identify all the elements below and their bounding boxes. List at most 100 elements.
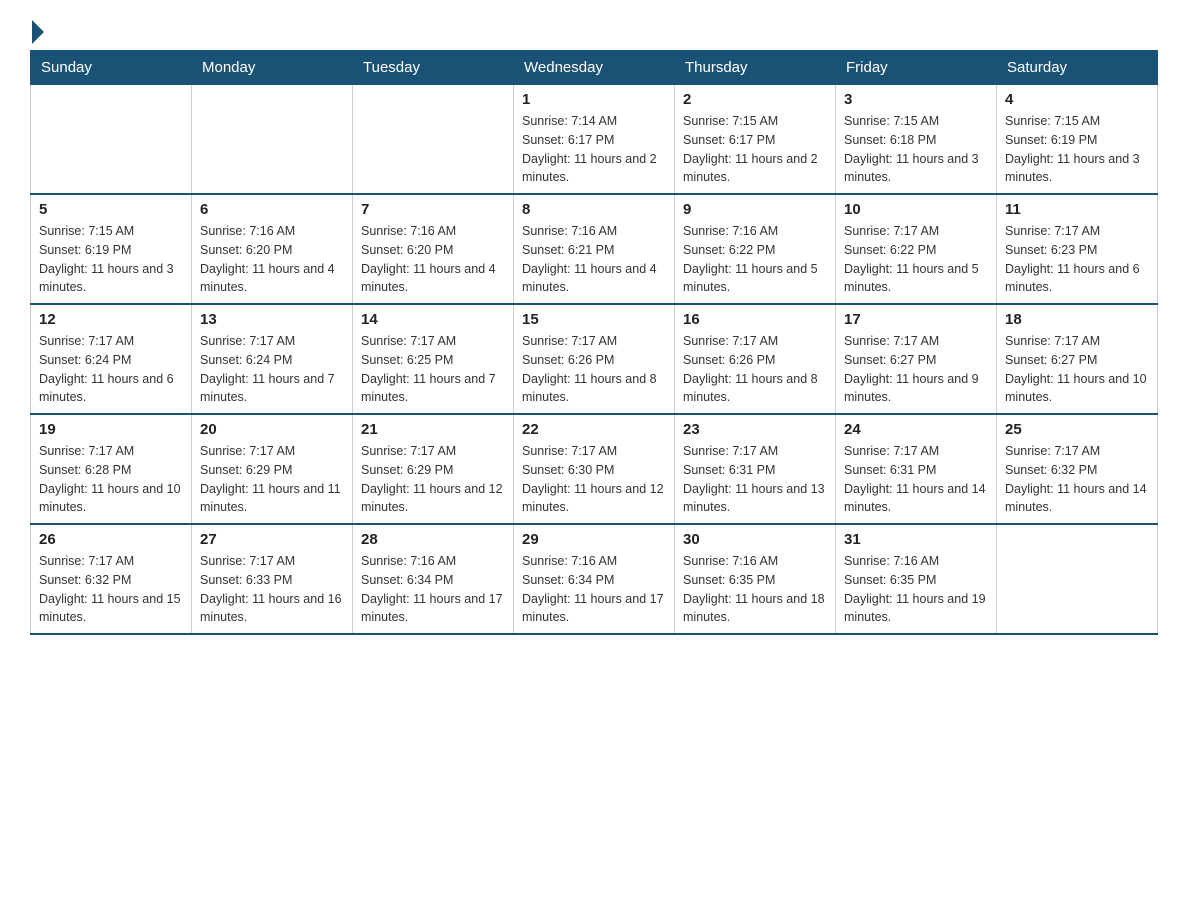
day-number: 27 xyxy=(200,531,344,548)
day-info: Sunrise: 7:15 AM Sunset: 6:17 PM Dayligh… xyxy=(683,112,827,187)
calendar-cell: 16 Sunrise: 7:17 AM Sunset: 6:26 PM Dayli… xyxy=(675,304,836,414)
calendar-cell: 28 Sunrise: 7:16 AM Sunset: 6:34 PM Dayli… xyxy=(353,524,514,634)
day-info: Sunrise: 7:17 AM Sunset: 6:30 PM Dayligh… xyxy=(522,442,666,517)
day-info: Sunrise: 7:17 AM Sunset: 6:25 PM Dayligh… xyxy=(361,332,505,407)
day-info: Sunrise: 7:17 AM Sunset: 6:32 PM Dayligh… xyxy=(39,552,183,627)
calendar-cell: 20 Sunrise: 7:17 AM Sunset: 6:29 PM Dayli… xyxy=(192,414,353,524)
day-info: Sunrise: 7:14 AM Sunset: 6:17 PM Dayligh… xyxy=(522,112,666,187)
calendar-cell: 23 Sunrise: 7:17 AM Sunset: 6:31 PM Dayli… xyxy=(675,414,836,524)
calendar-cell: 21 Sunrise: 7:17 AM Sunset: 6:29 PM Dayli… xyxy=(353,414,514,524)
calendar-cell: 9 Sunrise: 7:16 AM Sunset: 6:22 PM Daylig… xyxy=(675,194,836,304)
day-info: Sunrise: 7:17 AM Sunset: 6:23 PM Dayligh… xyxy=(1005,222,1149,297)
calendar-cell: 31Sunrise: 7:16 AM Sunset: 6:35 PM Dayli… xyxy=(836,524,997,634)
day-info: Sunrise: 7:16 AM Sunset: 6:35 PM Dayligh… xyxy=(683,552,827,627)
day-number: 28 xyxy=(361,531,505,548)
calendar-cell xyxy=(31,85,192,195)
weekday-header-sunday: Sunday xyxy=(31,51,192,85)
day-number: 20 xyxy=(200,421,344,438)
day-number: 11 xyxy=(1005,201,1149,218)
day-info: Sunrise: 7:16 AM Sunset: 6:22 PM Dayligh… xyxy=(683,222,827,297)
day-number: 4 xyxy=(1005,91,1149,108)
calendar-cell: 24Sunrise: 7:17 AM Sunset: 6:31 PM Dayli… xyxy=(836,414,997,524)
day-number: 24 xyxy=(844,421,988,438)
day-number: 3 xyxy=(844,91,988,108)
calendar-body: 1 Sunrise: 7:14 AM Sunset: 6:17 PM Daylig… xyxy=(31,85,1158,635)
calendar-cell: 26 Sunrise: 7:17 AM Sunset: 6:32 PM Dayli… xyxy=(31,524,192,634)
day-info: Sunrise: 7:17 AM Sunset: 6:26 PM Dayligh… xyxy=(522,332,666,407)
day-number: 21 xyxy=(361,421,505,438)
calendar-cell xyxy=(192,85,353,195)
day-info: Sunrise: 7:17 AM Sunset: 6:22 PM Dayligh… xyxy=(844,222,988,297)
calendar-cell: 22 Sunrise: 7:17 AM Sunset: 6:30 PM Dayli… xyxy=(514,414,675,524)
day-info: Sunrise: 7:16 AM Sunset: 6:34 PM Dayligh… xyxy=(361,552,505,627)
day-info: Sunrise: 7:15 AM Sunset: 6:19 PM Dayligh… xyxy=(1005,112,1149,187)
header xyxy=(30,20,1158,40)
day-number: 7 xyxy=(361,201,505,218)
calendar-cell: 13 Sunrise: 7:17 AM Sunset: 6:24 PM Dayli… xyxy=(192,304,353,414)
day-info: Sunrise: 7:17 AM Sunset: 6:24 PM Dayligh… xyxy=(200,332,344,407)
calendar-cell: 15Sunrise: 7:17 AM Sunset: 6:26 PM Dayli… xyxy=(514,304,675,414)
day-info: Sunrise: 7:16 AM Sunset: 6:20 PM Dayligh… xyxy=(200,222,344,297)
day-number: 26 xyxy=(39,531,183,548)
calendar-header: SundayMondayTuesdayWednesdayThursdayFrid… xyxy=(31,51,1158,85)
day-number: 25 xyxy=(1005,421,1149,438)
calendar-cell: 30 Sunrise: 7:16 AM Sunset: 6:35 PM Dayli… xyxy=(675,524,836,634)
weekday-header-thursday: Thursday xyxy=(675,51,836,85)
day-number: 6 xyxy=(200,201,344,218)
day-info: Sunrise: 7:17 AM Sunset: 6:29 PM Dayligh… xyxy=(200,442,344,517)
day-info: Sunrise: 7:17 AM Sunset: 6:33 PM Dayligh… xyxy=(200,552,344,627)
calendar-cell: 14 Sunrise: 7:17 AM Sunset: 6:25 PM Dayli… xyxy=(353,304,514,414)
calendar-week-row: 19Sunrise: 7:17 AM Sunset: 6:28 PM Dayli… xyxy=(31,414,1158,524)
day-info: Sunrise: 7:17 AM Sunset: 6:27 PM Dayligh… xyxy=(844,332,988,407)
day-number: 14 xyxy=(361,311,505,328)
calendar-week-row: 1 Sunrise: 7:14 AM Sunset: 6:17 PM Daylig… xyxy=(31,85,1158,195)
calendar-week-row: 26 Sunrise: 7:17 AM Sunset: 6:32 PM Dayli… xyxy=(31,524,1158,634)
weekday-header-wednesday: Wednesday xyxy=(514,51,675,85)
calendar-cell: 18Sunrise: 7:17 AM Sunset: 6:27 PM Dayli… xyxy=(997,304,1158,414)
day-info: Sunrise: 7:16 AM Sunset: 6:20 PM Dayligh… xyxy=(361,222,505,297)
day-number: 9 xyxy=(683,201,827,218)
calendar-cell xyxy=(997,524,1158,634)
calendar-cell: 27 Sunrise: 7:17 AM Sunset: 6:33 PM Dayli… xyxy=(192,524,353,634)
calendar-cell: 6 Sunrise: 7:16 AM Sunset: 6:20 PM Daylig… xyxy=(192,194,353,304)
day-info: Sunrise: 7:17 AM Sunset: 6:31 PM Dayligh… xyxy=(683,442,827,517)
day-number: 29 xyxy=(522,531,666,548)
calendar-week-row: 12 Sunrise: 7:17 AM Sunset: 6:24 PM Dayli… xyxy=(31,304,1158,414)
day-number: 23 xyxy=(683,421,827,438)
day-info: Sunrise: 7:15 AM Sunset: 6:19 PM Dayligh… xyxy=(39,222,183,297)
calendar-table: SundayMondayTuesdayWednesdayThursdayFrid… xyxy=(30,50,1158,635)
calendar-cell: 19Sunrise: 7:17 AM Sunset: 6:28 PM Dayli… xyxy=(31,414,192,524)
day-info: Sunrise: 7:17 AM Sunset: 6:24 PM Dayligh… xyxy=(39,332,183,407)
calendar-cell: 4 Sunrise: 7:15 AM Sunset: 6:19 PM Daylig… xyxy=(997,85,1158,195)
weekday-header-row: SundayMondayTuesdayWednesdayThursdayFrid… xyxy=(31,51,1158,85)
day-number: 8 xyxy=(522,201,666,218)
calendar-cell: 8 Sunrise: 7:16 AM Sunset: 6:21 PM Daylig… xyxy=(514,194,675,304)
day-info: Sunrise: 7:16 AM Sunset: 6:21 PM Dayligh… xyxy=(522,222,666,297)
day-info: Sunrise: 7:17 AM Sunset: 6:32 PM Dayligh… xyxy=(1005,442,1149,517)
calendar-cell: 1 Sunrise: 7:14 AM Sunset: 6:17 PM Daylig… xyxy=(514,85,675,195)
weekday-header-friday: Friday xyxy=(836,51,997,85)
calendar-cell: 3Sunrise: 7:15 AM Sunset: 6:18 PM Daylig… xyxy=(836,85,997,195)
day-number: 1 xyxy=(522,91,666,108)
day-number: 2 xyxy=(683,91,827,108)
day-info: Sunrise: 7:16 AM Sunset: 6:35 PM Dayligh… xyxy=(844,552,988,627)
day-number: 12 xyxy=(39,311,183,328)
calendar-cell: 10Sunrise: 7:17 AM Sunset: 6:22 PM Dayli… xyxy=(836,194,997,304)
day-number: 13 xyxy=(200,311,344,328)
calendar-week-row: 5Sunrise: 7:15 AM Sunset: 6:19 PM Daylig… xyxy=(31,194,1158,304)
day-number: 16 xyxy=(683,311,827,328)
day-number: 30 xyxy=(683,531,827,548)
day-info: Sunrise: 7:17 AM Sunset: 6:27 PM Dayligh… xyxy=(1005,332,1149,407)
day-info: Sunrise: 7:17 AM Sunset: 6:26 PM Dayligh… xyxy=(683,332,827,407)
day-info: Sunrise: 7:17 AM Sunset: 6:29 PM Dayligh… xyxy=(361,442,505,517)
calendar-cell: 17Sunrise: 7:17 AM Sunset: 6:27 PM Dayli… xyxy=(836,304,997,414)
calendar-cell: 7 Sunrise: 7:16 AM Sunset: 6:20 PM Daylig… xyxy=(353,194,514,304)
logo xyxy=(30,20,44,40)
day-info: Sunrise: 7:17 AM Sunset: 6:28 PM Dayligh… xyxy=(39,442,183,517)
calendar-cell: 5Sunrise: 7:15 AM Sunset: 6:19 PM Daylig… xyxy=(31,194,192,304)
logo-triangle-icon xyxy=(32,20,44,44)
day-number: 22 xyxy=(522,421,666,438)
day-info: Sunrise: 7:16 AM Sunset: 6:34 PM Dayligh… xyxy=(522,552,666,627)
calendar-cell: 11 Sunrise: 7:17 AM Sunset: 6:23 PM Dayli… xyxy=(997,194,1158,304)
weekday-header-tuesday: Tuesday xyxy=(353,51,514,85)
